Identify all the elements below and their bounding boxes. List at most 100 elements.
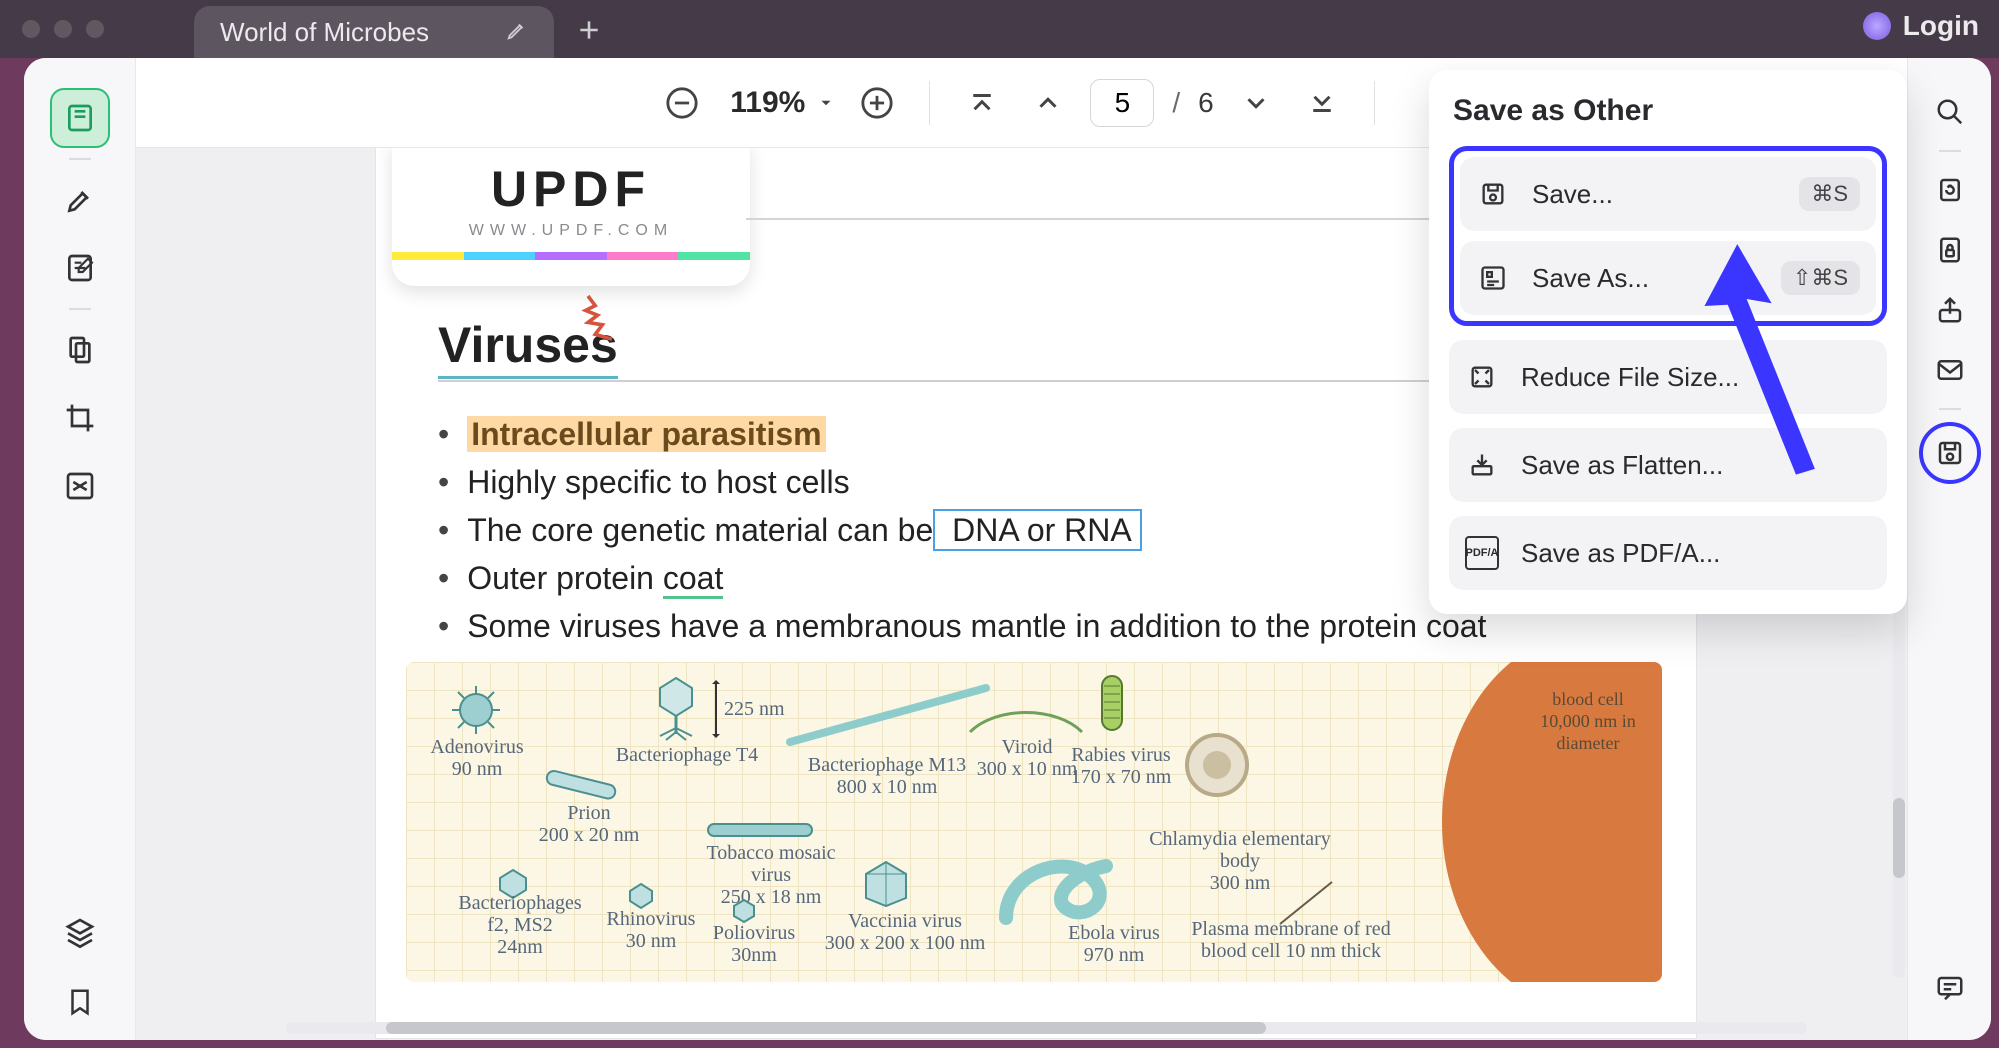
window-controls[interactable]: [0, 20, 104, 38]
polio-label: Poliovirus30nm: [704, 922, 804, 966]
sidebar-edit[interactable]: [50, 238, 110, 298]
rabies-label: Rabies virus170 x 70 nm: [1056, 744, 1186, 788]
zoom-out-button[interactable]: [658, 79, 706, 127]
h-thumb[interactable]: [386, 1022, 1266, 1034]
zoom-dropdown[interactable]: 119%: [724, 86, 835, 120]
sidebar-bookmark[interactable]: [50, 982, 110, 1022]
protect-button[interactable]: [1924, 224, 1976, 276]
t4-label: Bacteriophage T4: [612, 744, 762, 766]
v-thumb[interactable]: [1893, 798, 1905, 878]
tab-label: World of Microbes: [220, 17, 429, 48]
opt-label: Save As...: [1532, 263, 1649, 294]
new-tab-button[interactable]: [576, 17, 602, 48]
bullet-5: Some viruses have a membranous mantle in…: [467, 608, 1486, 644]
app-body: 119% / 6: [24, 58, 1991, 1040]
login-button[interactable]: Login: [1863, 10, 1979, 42]
scale-label: 225 nm: [724, 698, 785, 720]
virus-diagram: blood cell 10,000 nm in diameter Adenovi…: [406, 662, 1662, 982]
opt-label: Save as PDF/A...: [1521, 538, 1720, 569]
share-icon: [1935, 295, 1965, 325]
opt-label: Save as Flatten...: [1521, 450, 1723, 481]
prev-page-button[interactable]: [1024, 79, 1072, 127]
tmv-shape: [706, 822, 816, 838]
search-button[interactable]: [1924, 86, 1976, 138]
left-sidebar: [24, 58, 136, 1040]
boxed-annotation[interactable]: DNA or RNA: [933, 509, 1141, 551]
mail-button[interactable]: [1924, 344, 1976, 396]
separator: [1939, 408, 1961, 410]
minimize-icon[interactable]: [54, 20, 72, 38]
comment-icon: [1935, 973, 1965, 1003]
opt-label: Save...: [1532, 179, 1613, 210]
avatar-icon: [1863, 12, 1891, 40]
sidebar-reader[interactable]: [50, 88, 110, 148]
lock-file-icon: [1935, 235, 1965, 265]
login-label: Login: [1903, 10, 1979, 42]
bullet-3-prefix: The core genetic material can be: [467, 512, 933, 548]
brand-card: UPDF WWW.UPDF.COM: [392, 148, 750, 286]
save-other-panel: Save as Other Save... ⌘S Save As... ⇧⌘S …: [1429, 70, 1907, 614]
search-icon: [1935, 97, 1965, 127]
zoom-value: 119%: [724, 86, 811, 120]
sidebar-highlighter[interactable]: [50, 170, 110, 230]
vaccinia-shape: [856, 858, 916, 908]
titlebar: World of Microbes Login: [0, 0, 1999, 58]
tab-strip: World of Microbes: [194, 0, 602, 58]
bullet-4-prefix: Outer protein: [467, 560, 663, 596]
shortcut: ⌘S: [1799, 177, 1860, 211]
chevron-bottom-icon: [1307, 88, 1337, 118]
chlamydia-shape: [1182, 730, 1252, 800]
page-input[interactable]: [1090, 79, 1154, 127]
sidebar-redact[interactable]: [50, 456, 110, 516]
chevron-top-icon: [967, 88, 997, 118]
rhino-shape: [626, 882, 656, 908]
ebola-label: Ebola virus970 nm: [1054, 922, 1174, 966]
tab-document[interactable]: World of Microbes: [194, 6, 554, 58]
pencil-icon[interactable]: [506, 17, 528, 48]
close-icon[interactable]: [22, 20, 40, 38]
brand-url: WWW.UPDF.COM: [392, 222, 750, 240]
sidebar-layers[interactable]: [50, 912, 110, 952]
pdfa-icon: PDF/A: [1465, 536, 1499, 570]
chevron-up-icon: [1033, 88, 1063, 118]
rabies-shape: [1092, 670, 1132, 740]
first-page-button[interactable]: [958, 79, 1006, 127]
tmv-label: Tobacco mosaic virus250 x 18 nm: [686, 842, 856, 908]
polio-shape: [730, 898, 758, 922]
caret-down-icon: [817, 94, 835, 112]
h-scrollbar[interactable]: [286, 1022, 1807, 1034]
bullet-1: Intracellular parasitism: [467, 416, 825, 452]
save-as-icon: [1476, 261, 1510, 295]
adenovirus-shape: [446, 680, 506, 740]
cell-label: blood cell 10,000 nm in diameter: [1528, 688, 1648, 754]
last-page-button[interactable]: [1298, 79, 1346, 127]
separator: [929, 81, 930, 125]
convert-button[interactable]: [1924, 164, 1976, 216]
adeno-label: Adenovirus90 nm: [422, 736, 532, 780]
prion-label: Prion200 x 20 nm: [534, 802, 644, 846]
opt-save[interactable]: Save... ⌘S: [1460, 157, 1876, 231]
underline-annotation: coat: [663, 560, 723, 599]
mail-icon: [1935, 355, 1965, 385]
scale-bar: [706, 680, 726, 738]
compress-icon: [1465, 360, 1499, 394]
opt-pdfa[interactable]: PDF/A Save as PDF/A...: [1449, 516, 1887, 590]
rotate-icon: [1935, 175, 1965, 205]
sidebar-crop[interactable]: [50, 388, 110, 448]
page-slash: /: [1172, 87, 1180, 119]
sidebar-organize[interactable]: [50, 320, 110, 380]
zoom-in-button[interactable]: [853, 79, 901, 127]
chevron-down-icon: [1241, 88, 1271, 118]
separator: [69, 308, 91, 310]
bullet-2: Highly specific to host cells: [467, 464, 849, 500]
bphage-label: Bacteriophages f2, MS2 24nm: [450, 892, 590, 958]
panel-title: Save as Other: [1453, 94, 1883, 128]
next-page-button[interactable]: [1232, 79, 1280, 127]
maximize-icon[interactable]: [86, 20, 104, 38]
share-button[interactable]: [1924, 284, 1976, 336]
t4-shape: [646, 674, 706, 744]
vacc-label: Vaccinia virus300 x 200 x 100 nm: [820, 910, 990, 954]
comments-button[interactable]: [1924, 962, 1976, 1014]
save-other-button[interactable]: [1919, 422, 1981, 484]
save-icon: [1476, 177, 1510, 211]
